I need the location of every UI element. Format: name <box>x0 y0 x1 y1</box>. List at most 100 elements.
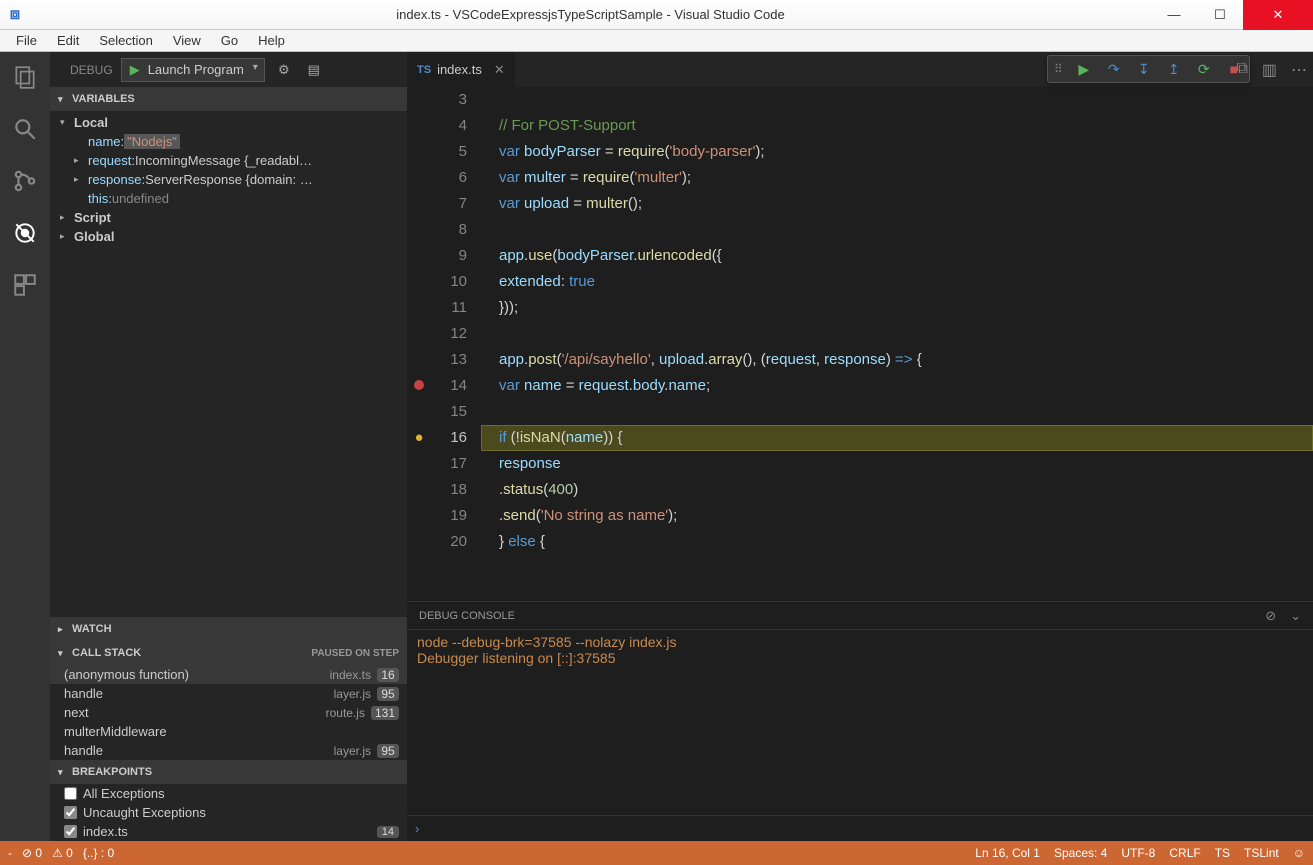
breakpoint-checkbox[interactable] <box>64 806 77 819</box>
menu-file[interactable]: File <box>6 33 47 48</box>
start-debug-icon[interactable]: ▶ <box>126 62 144 78</box>
callstack-frame[interactable]: handlelayer.js95 <box>50 741 407 760</box>
status-spaces[interactable]: Spaces: 4 <box>1054 846 1107 860</box>
code-line[interactable]: 12 <box>407 321 1313 347</box>
debug-console-title: DEBUG CONSOLE <box>419 610 515 622</box>
breakpoints-section-header[interactable]: ▾BREAKPOINTS <box>50 760 407 784</box>
callstack-frame[interactable]: handlelayer.js95 <box>50 684 407 703</box>
code-line[interactable]: 18 .status(400) <box>407 477 1313 503</box>
breakpoint-checkbox[interactable] <box>64 825 77 838</box>
menu-help[interactable]: Help <box>248 33 295 48</box>
split-right-icon[interactable]: ⧉ <box>1236 60 1247 80</box>
restart-button[interactable]: ⟳ <box>1189 55 1219 83</box>
clear-console-icon[interactable]: ⊘ <box>1265 608 1276 624</box>
tab-index-ts[interactable]: TS index.ts ✕ <box>407 52 515 87</box>
grip-icon[interactable]: ⠿ <box>1048 62 1069 76</box>
callstack-section-header[interactable]: ▾CALL STACKPAUSED ON STEP <box>50 641 407 665</box>
tab-bar: TS index.ts ✕ ⠿ ▶ ↷ ↧ ↥ ⟳ ■ ⧉ ▥ ⋯ <box>407 52 1313 87</box>
menu-selection[interactable]: Selection <box>89 33 162 48</box>
close-button[interactable]: ✕ <box>1243 0 1313 30</box>
breakpoint-row[interactable]: index.ts14 <box>50 822 407 841</box>
debug-toolbar[interactable]: ⠿ ▶ ↷ ↧ ↥ ⟳ ■ <box>1047 55 1250 83</box>
debug-console-input[interactable]: › <box>407 815 1313 841</box>
status-warnings[interactable]: ⚠ 0 <box>52 846 73 860</box>
callstack-frame[interactable]: nextroute.js131 <box>50 703 407 722</box>
code-line[interactable]: 4// For POST-Support <box>407 113 1313 139</box>
code-line[interactable]: 5var bodyParser = require('body-parser')… <box>407 139 1313 165</box>
code-line[interactable]: 10 extended: true <box>407 269 1313 295</box>
step-out-button[interactable]: ↥ <box>1159 55 1189 83</box>
debug-icon[interactable] <box>10 218 40 248</box>
step-into-button[interactable]: ↧ <box>1129 55 1159 83</box>
gear-icon[interactable]: ⚙ <box>273 62 295 78</box>
breakpoint-checkbox[interactable] <box>64 787 77 800</box>
console-line: Debugger listening on [::]:37585 <box>417 650 1303 666</box>
code-line[interactable]: 14 var name = request.body.name; <box>407 373 1313 399</box>
scope-local[interactable]: ▾Local <box>50 113 407 132</box>
console-line: node --debug-brk=37585 --nolazy index.js <box>417 634 1303 650</box>
code-line[interactable]: 13app.post('/api/sayhello', upload.array… <box>407 347 1313 373</box>
console-icon[interactable]: ▤ <box>303 62 325 78</box>
variables-section-header[interactable]: ▾VARIABLES <box>50 87 407 111</box>
menu-go[interactable]: Go <box>211 33 248 48</box>
maximize-button[interactable]: ☐ <box>1197 0 1243 30</box>
code-line[interactable]: 20 } else { <box>407 529 1313 555</box>
status-encoding[interactable]: UTF-8 <box>1121 846 1155 860</box>
variable-row[interactable]: name: "Nodejs" <box>50 132 407 151</box>
scope-global[interactable]: ▸Global <box>50 227 407 246</box>
debug-console-panel: DEBUG CONSOLE ⊘ ⌄ node --debug-brk=37585… <box>407 601 1313 841</box>
chevron-down-icon[interactable]: ⌄ <box>1290 608 1301 624</box>
status-eol[interactable]: CRLF <box>1169 846 1200 860</box>
explorer-icon[interactable] <box>10 62 40 92</box>
close-icon[interactable]: ✕ <box>494 62 505 78</box>
scope-script[interactable]: ▸Script <box>50 208 407 227</box>
code-line[interactable]: 19 .send('No string as name'); <box>407 503 1313 529</box>
menu-edit[interactable]: Edit <box>47 33 89 48</box>
status-errors[interactable]: ⊘ 0 <box>22 846 42 860</box>
code-line[interactable]: 8 <box>407 217 1313 243</box>
split-editor-icon[interactable]: ▥ <box>1262 60 1277 80</box>
status-braces[interactable]: {..} : 0 <box>83 846 114 860</box>
status-lang[interactable]: TS <box>1215 846 1230 860</box>
launch-config-name[interactable]: Launch Program <box>144 62 262 77</box>
search-icon[interactable] <box>10 114 40 144</box>
status-start[interactable]: - <box>8 846 12 860</box>
code-editor[interactable]: 34// For POST-Support5var bodyParser = r… <box>407 87 1313 601</box>
variable-row[interactable]: this: undefined <box>50 189 407 208</box>
status-position[interactable]: Ln 16, Col 1 <box>975 846 1040 860</box>
window-titlebar: ⧈ index.ts - VSCodeExpressjsTypeScriptSa… <box>0 0 1313 30</box>
code-line[interactable]: 7var upload = multer(); <box>407 191 1313 217</box>
activity-bar <box>0 52 50 841</box>
window-title: index.ts - VSCodeExpressjsTypeScriptSamp… <box>30 7 1151 22</box>
debug-console-output: node --debug-brk=37585 --nolazy index.js… <box>407 630 1313 815</box>
code-line[interactable]: 17 response <box>407 451 1313 477</box>
callstack-frame[interactable]: (anonymous function)index.ts16 <box>50 665 407 684</box>
variable-row[interactable]: ▸request: IncomingMessage {_readabl… <box>50 151 407 170</box>
code-line[interactable]: 3 <box>407 87 1313 113</box>
menu-view[interactable]: View <box>163 33 211 48</box>
scm-icon[interactable] <box>10 166 40 196</box>
code-line[interactable]: 9app.use(bodyParser.urlencoded({ <box>407 243 1313 269</box>
step-over-button[interactable]: ↷ <box>1099 55 1129 83</box>
breakpoint-row[interactable]: Uncaught Exceptions <box>50 803 407 822</box>
breakpoints-label: BREAKPOINTS <box>72 766 152 778</box>
debug-label: DEBUG <box>58 63 113 77</box>
variable-row[interactable]: ▸response: ServerResponse {domain: … <box>50 170 407 189</box>
extensions-icon[interactable] <box>10 270 40 300</box>
continue-button[interactable]: ▶ <box>1069 55 1099 83</box>
code-line[interactable]: 15 <box>407 399 1313 425</box>
status-lint[interactable]: TSLint <box>1244 846 1279 860</box>
code-line[interactable]: ●16 if (!isNaN(name)) { <box>407 425 1313 451</box>
watch-section-header[interactable]: ▸WATCH <box>50 617 407 641</box>
more-icon[interactable]: ⋯ <box>1291 60 1307 80</box>
feedback-icon[interactable]: ☺ <box>1293 846 1305 860</box>
debug-sidepanel: DEBUG ▶ Launch Program ⚙ ▤ ▾VARIABLES ▾L… <box>50 52 407 841</box>
callstack-frame[interactable]: multerMiddleware <box>50 722 407 741</box>
file-lang-icon: TS <box>417 64 431 76</box>
code-line[interactable]: 11})); <box>407 295 1313 321</box>
launch-config-selector[interactable]: ▶ Launch Program <box>121 58 265 82</box>
status-bar: - ⊘ 0 ⚠ 0 {..} : 0 Ln 16, Col 1 Spaces: … <box>0 841 1313 865</box>
minimize-button[interactable]: — <box>1151 0 1197 30</box>
breakpoint-row[interactable]: All Exceptions <box>50 784 407 803</box>
code-line[interactable]: 6var multer = require('multer'); <box>407 165 1313 191</box>
